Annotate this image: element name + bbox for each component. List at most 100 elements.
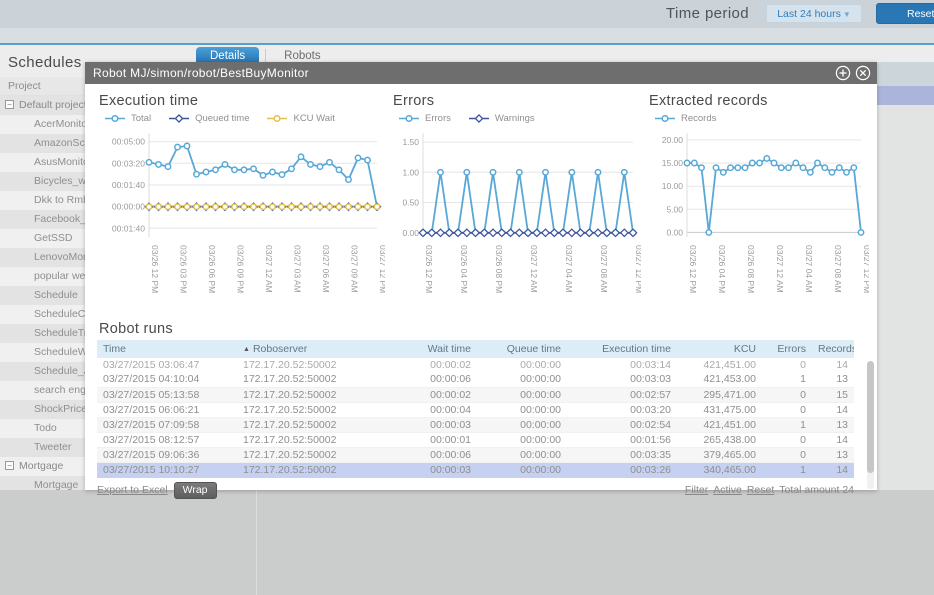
svg-text:00:05:00: 00:05:00 (112, 137, 145, 147)
table-footer: Export to Excel Wrap Filter Active Reset… (97, 478, 854, 499)
sidebar-content-divider (256, 490, 257, 595)
svg-text:10.00: 10.00 (662, 181, 684, 191)
legend-marker-icon (397, 114, 421, 123)
time-period-value: Last 24 hours (777, 8, 841, 20)
chart-panel-errors: ErrorsErrorsWarnings1.501.000.500.0003/2… (391, 89, 641, 316)
svg-text:03/27 12 PM: 03/27 12 PM (634, 245, 641, 293)
close-icon[interactable] (855, 65, 871, 81)
modal-title: Robot MJ/simon/robot/BestBuyMonitor (93, 66, 309, 80)
svg-text:00:01:40: 00:01:40 (112, 223, 145, 233)
extracted-records-chart: 20.0015.0010.005.000.0003/26 12 PM03/26 … (647, 125, 869, 311)
add-icon[interactable] (835, 65, 851, 81)
chart-title: Extracted records (649, 93, 869, 109)
collapse-icon[interactable]: − (5, 461, 14, 470)
wrap-button[interactable]: Wrap (174, 482, 217, 499)
chart-panel-extracted-records: Extracted recordsRecords20.0015.0010.005… (647, 89, 869, 316)
svg-text:03/26 09 PM: 03/26 09 PM (236, 245, 246, 293)
svg-text:03/27 09 AM: 03/27 09 AM (350, 245, 360, 293)
reset-link[interactable]: Reset (747, 484, 774, 496)
table-header-row: Time▲RoboserverWait timeQueue timeExecut… (97, 340, 854, 358)
svg-text:00:03:20: 00:03:20 (112, 158, 145, 168)
svg-text:03/26 04 PM: 03/26 04 PM (717, 245, 727, 293)
time-period-dropdown[interactable]: Last 24 hours▼ (766, 4, 862, 23)
svg-text:03/26 12 PM: 03/26 12 PM (424, 245, 434, 293)
collapse-icon[interactable]: − (5, 100, 14, 109)
svg-text:03/27 04 AM: 03/27 04 AM (804, 245, 814, 293)
svg-text:03/26 06 PM: 03/26 06 PM (207, 245, 217, 293)
svg-text:20.00: 20.00 (662, 135, 684, 145)
svg-text:00:00:00: 00:00:00 (112, 202, 145, 212)
legend-item[interactable]: Queued time (167, 113, 249, 124)
robot-detail-modal: Robot MJ/simon/robot/BestBuyMonitor Exec… (85, 62, 877, 490)
execution-time-chart: 00:05:00 00:03:20 00:01:40 00:00:00 00:01:40… (97, 125, 385, 311)
table-row[interactable]: 03/27/2015 10:10:27172.17.20.52:5000200:… (97, 462, 854, 477)
legend-marker-icon (167, 114, 191, 123)
chart-legend: Total Queued time KCU Wait (103, 112, 385, 124)
svg-text:03/27 04 AM: 03/27 04 AM (564, 245, 574, 293)
robot-runs-title: Robot runs (99, 321, 865, 337)
robot-runs-table-wrap: Time▲RoboserverWait timeQueue timeExecut… (97, 340, 865, 478)
svg-text:1.00: 1.00 (402, 167, 419, 177)
svg-text:03/26 03 PM: 03/26 03 PM (179, 245, 189, 293)
topbar: Time period Last 24 hours▼ Reset Filters (0, 0, 934, 28)
time-period-label: Time period (666, 5, 749, 22)
table-row[interactable]: 03/27/2015 09:06:36172.17.20.52:5000200:… (97, 447, 854, 462)
chart-title: Execution time (99, 93, 385, 109)
column-header-roboserver[interactable]: ▲Roboserver (237, 340, 397, 358)
chart-title: Errors (393, 93, 641, 109)
chart-legend: Errors Warnings (397, 112, 641, 124)
svg-text:0.50: 0.50 (402, 198, 419, 208)
svg-text:03/27 06 AM: 03/27 06 AM (321, 245, 331, 293)
legend-item[interactable]: Records (653, 113, 716, 124)
legend-marker-icon (653, 114, 677, 123)
filter-link[interactable]: Filter (685, 484, 708, 496)
svg-text:03/27 12 PM: 03/27 12 PM (378, 245, 385, 293)
table-row[interactable]: 03/27/2015 07:09:58172.17.20.52:5000200:… (97, 417, 854, 432)
svg-text:0.00: 0.00 (666, 227, 683, 237)
table-scrollbar[interactable] (867, 361, 874, 489)
svg-text:0.00: 0.00 (402, 228, 419, 238)
column-header-errors[interactable]: Errors (762, 340, 812, 358)
svg-text:03/26 12 PM: 03/26 12 PM (688, 245, 698, 293)
reset-filters-button[interactable]: Reset Filters (876, 3, 934, 24)
column-header-kcu[interactable]: KCU (677, 340, 762, 358)
legend-item[interactable]: Total (103, 113, 151, 124)
secondary-bar (0, 28, 934, 43)
table-row[interactable]: 03/27/2015 08:12:57172.17.20.52:5000200:… (97, 432, 854, 447)
active-link[interactable]: Active (713, 484, 742, 496)
table-row[interactable]: 03/27/2015 04:10:04172.17.20.52:5000200:… (97, 372, 854, 387)
column-header-queue-time[interactable]: Queue time (477, 340, 567, 358)
legend-item[interactable]: Errors (397, 113, 451, 124)
legend-item[interactable]: Warnings (467, 113, 535, 124)
column-header-wait-time[interactable]: Wait time (397, 340, 477, 358)
table-row[interactable]: 03/27/2015 05:13:58172.17.20.52:5000200:… (97, 387, 854, 402)
svg-text:00:01:40: 00:01:40 (112, 180, 145, 190)
scrollbar-thumb[interactable] (867, 361, 874, 473)
robot-runs-table: Time▲RoboserverWait timeQueue timeExecut… (97, 340, 854, 478)
chart-legend: Records (653, 112, 869, 124)
sort-asc-icon: ▲ (243, 346, 250, 353)
chevron-down-icon: ▼ (843, 10, 851, 19)
svg-text:03/27 12 AM: 03/27 12 AM (264, 245, 274, 293)
column-header-time[interactable]: Time (97, 340, 237, 358)
export-to-excel-link[interactable]: Export to Excel (97, 484, 168, 496)
legend-marker-icon (103, 114, 127, 123)
svg-text:03/27 12 AM: 03/27 12 AM (529, 245, 539, 293)
table-row[interactable]: 03/27/2015 06:06:21172.17.20.52:5000200:… (97, 402, 854, 417)
svg-text:03/27 08 AM: 03/27 08 AM (833, 245, 843, 293)
table-row-clipped[interactable]: 03/27/2015 03:06:47172.17.20.52:5000200:… (97, 358, 854, 372)
svg-text:03/26 08 PM: 03/26 08 PM (746, 245, 756, 293)
column-header-records[interactable]: Records (812, 340, 854, 358)
modal-header[interactable]: Robot MJ/simon/robot/BestBuyMonitor (85, 62, 877, 84)
robot-runs-section: Robot runs Time▲RoboserverWait timeQueue… (97, 321, 865, 499)
svg-text:03/27 08 AM: 03/27 08 AM (599, 245, 609, 293)
legend-marker-icon (265, 114, 289, 123)
management-console-screen: Time period Last 24 hours▼ Reset Filters… (0, 0, 934, 595)
total-amount: Total amount 24 (779, 484, 854, 496)
errors-chart: 1.501.000.500.0003/26 12 PM03/26 04 PM03… (391, 125, 641, 311)
svg-text:03/26 04 PM: 03/26 04 PM (459, 245, 469, 293)
svg-text:03/27 03 AM: 03/27 03 AM (293, 245, 303, 293)
legend-item[interactable]: KCU Wait (265, 113, 334, 124)
legend-marker-icon (467, 114, 491, 123)
column-header-execution-time[interactable]: Execution time (567, 340, 677, 358)
